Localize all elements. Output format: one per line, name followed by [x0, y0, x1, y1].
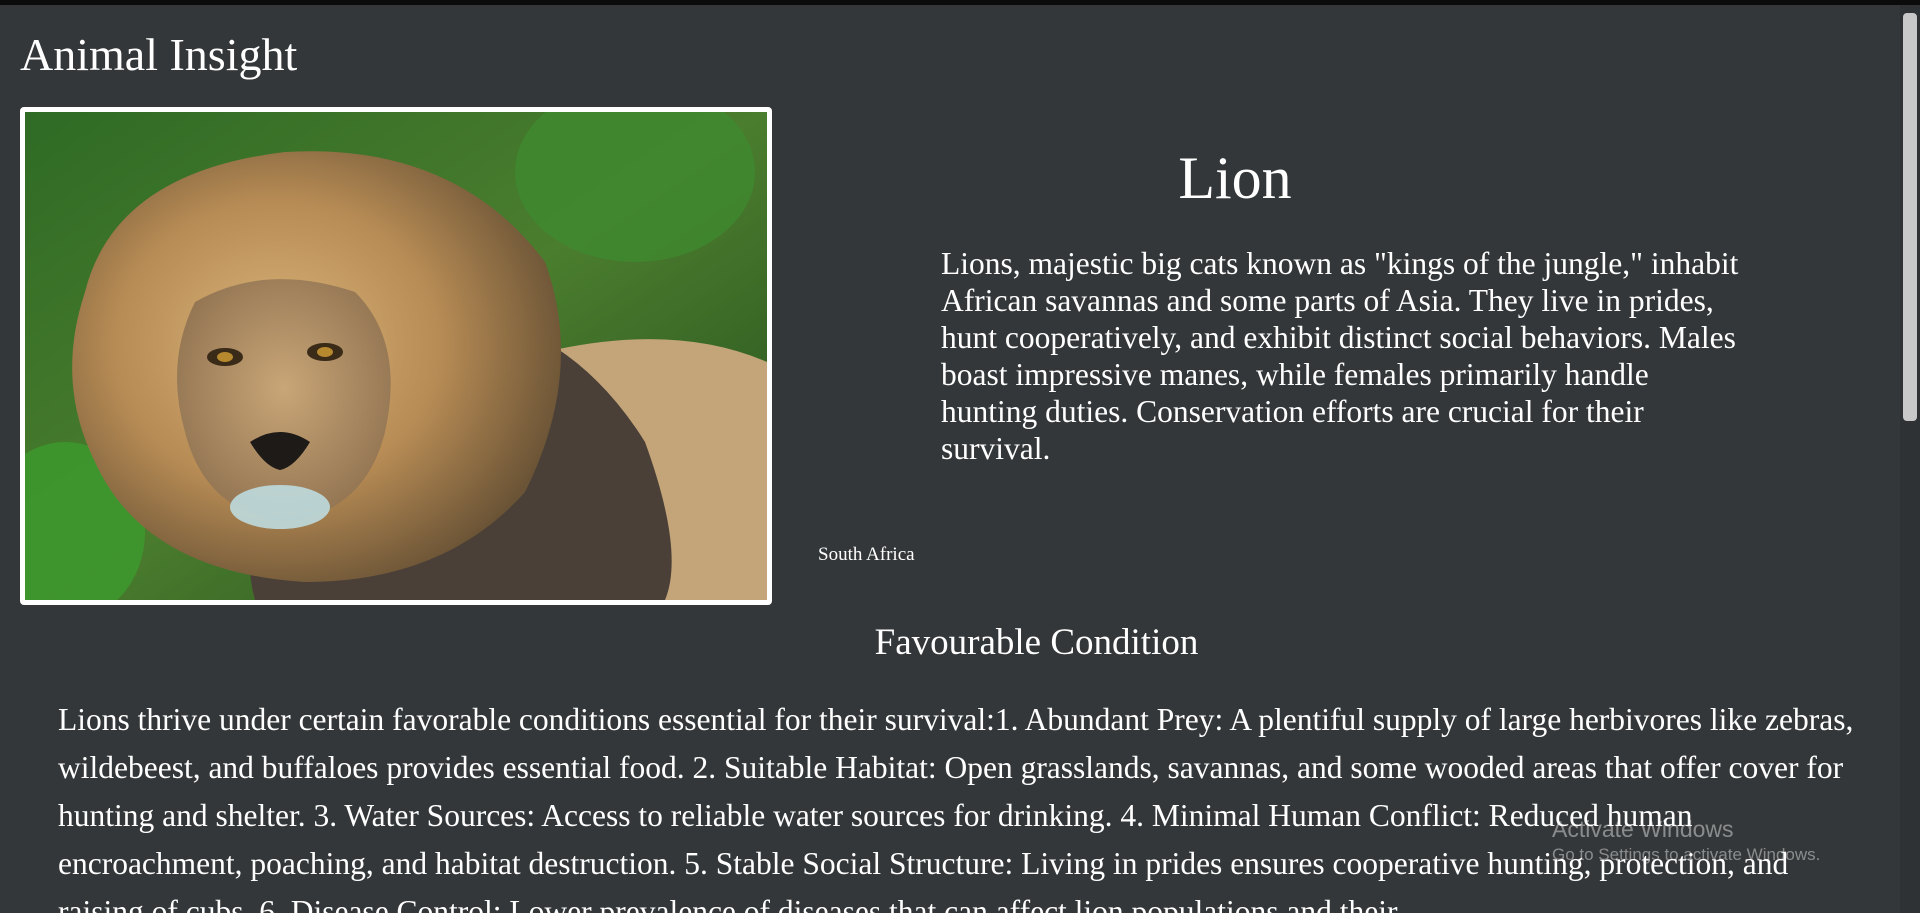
- watermark-title: Activate Windows: [1552, 816, 1734, 842]
- site-title: Animal Insight: [20, 29, 298, 80]
- favourable-condition-heading: Favourable Condition: [874, 622, 1199, 663]
- watermark-subtitle: Go to Settings to activate Windows.: [1552, 845, 1821, 864]
- page-scrollbar[interactable]: [1900, 5, 1920, 913]
- activate-windows-watermark: Activate Windows Go to Settings to activ…: [1552, 814, 1820, 866]
- animal-location: South Africa: [818, 544, 915, 565]
- animal-description: Lions, majestic big cats known as "kings…: [941, 246, 1739, 466]
- animal-photo: [20, 107, 772, 605]
- favourable-condition-text: Lions thrive under certain favorable con…: [58, 702, 1854, 913]
- browser-top-edge: [0, 0, 1920, 5]
- animal-name-heading: Lion: [1178, 145, 1292, 211]
- lion-image: [25, 112, 767, 600]
- scrollbar-thumb[interactable]: [1903, 13, 1917, 421]
